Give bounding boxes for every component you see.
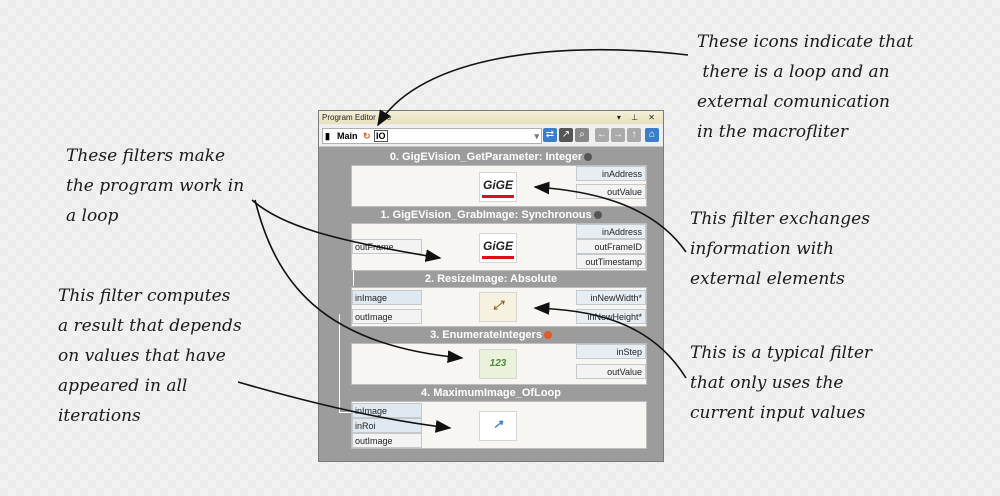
port-inimage[interactable]: inImage xyxy=(352,290,422,305)
maximum-image-icon: ↗ xyxy=(479,411,517,441)
home-icon[interactable]: ⌂ xyxy=(645,128,659,142)
loop-connection-line xyxy=(339,412,351,413)
exchange-annotation: This filter exchanges information with e… xyxy=(690,209,870,289)
port-outtimestamp[interactable]: outTimestamp xyxy=(576,254,646,269)
comm-icon xyxy=(593,211,602,220)
port-outvalue[interactable]: outValue xyxy=(576,364,646,379)
port-inimage[interactable]: inImage xyxy=(352,403,422,418)
port-outimage[interactable]: outImage xyxy=(352,433,422,448)
filter-0-box[interactable]: GiGE inAddress outValue xyxy=(351,165,647,207)
program-canvas: 0. GigEVision_GetParameter: Integer GiGE… xyxy=(319,147,663,461)
program-icon: ▮ xyxy=(325,131,330,141)
loop-annotation: These filters make the program work in a… xyxy=(66,146,245,226)
enumerate-integers-icon: 123 xyxy=(479,349,517,379)
forward-icon[interactable]: → xyxy=(611,128,625,142)
cursor-icon[interactable]: ↗ xyxy=(559,128,573,142)
main-label: Main xyxy=(337,131,358,141)
resize-image-icon: ⤢ xyxy=(479,292,517,322)
window-controls[interactable]: ▾ ⊥ ✕ xyxy=(617,111,659,124)
title-bar: Program Editor - Te ▾ ⊥ ✕ xyxy=(319,111,663,124)
filter-1-box[interactable]: outFrame GiGE inAddress outFrameID outTi… xyxy=(351,223,647,271)
gige-logo: GiGE xyxy=(479,233,517,263)
macrofilter-selector[interactable]: ▮ Main ↻ IO ▾ xyxy=(322,128,542,144)
port-outframeid[interactable]: outFrameID xyxy=(576,239,646,254)
swap-icon[interactable]: ⇄ xyxy=(543,128,557,142)
comm-icon xyxy=(584,153,593,162)
compute-annotation: This filter computes a result that depen… xyxy=(58,286,242,426)
up-icon[interactable]: ↑ xyxy=(627,128,641,142)
filter-1-title[interactable]: 1. GigEVision_GrabImage: Synchronous xyxy=(319,208,663,222)
port-instep[interactable]: inStep xyxy=(576,344,646,359)
port-inroi[interactable]: inRoi xyxy=(352,418,422,433)
gige-logo: GiGE xyxy=(479,172,517,202)
back-icon[interactable]: ← xyxy=(595,128,609,142)
typical-annotation: This is a typical filter that only uses … xyxy=(690,343,873,423)
filter-2-title[interactable]: 2. ResizeImage: Absolute xyxy=(319,272,663,286)
filter-0-title[interactable]: 0. GigEVision_GetParameter: Integer xyxy=(319,150,663,164)
loop-gear-icon xyxy=(543,331,552,340)
filter-3-box[interactable]: 123 inStep outValue xyxy=(351,343,647,385)
port-outframe[interactable]: outFrame xyxy=(352,239,422,254)
icons-annotation: These icons indicate that there is a loo… xyxy=(697,32,914,142)
filter-3-title[interactable]: 3. EnumerateIntegers xyxy=(319,328,663,342)
port-innewwidth[interactable]: inNewWidth* xyxy=(576,290,646,305)
port-inaddress[interactable]: inAddress xyxy=(576,166,646,181)
port-innewheight[interactable]: inNewHeight* xyxy=(576,309,646,324)
filter-4-title[interactable]: 4. MaximumImage_OfLoop xyxy=(319,386,663,400)
program-editor-window: Program Editor - Te ▾ ⊥ ✕ ▮ Main ↻ IO ▾ … xyxy=(318,110,664,462)
port-inaddress[interactable]: inAddress xyxy=(576,224,646,239)
port-outimage[interactable]: outImage xyxy=(352,309,422,324)
chevron-down-icon[interactable]: ▾ xyxy=(534,129,539,143)
zoom-icon[interactable]: ⌕ xyxy=(575,128,589,142)
filter-2-box[interactable]: inImage outImage ⤢ inNewWidth* inNewHeig… xyxy=(351,287,647,327)
loop-icon: ↻ xyxy=(363,131,371,141)
io-icon: IO xyxy=(374,130,388,142)
filter-4-box[interactable]: inImage inRoi outImage ↗ xyxy=(351,401,647,449)
window-title: Program Editor - Te xyxy=(322,113,392,122)
port-outvalue[interactable]: outValue xyxy=(576,184,646,199)
toolbar: ▮ Main ↻ IO ▾ ⇄ ↗ ⌕ ← → ↑ ⌂ xyxy=(319,124,663,147)
